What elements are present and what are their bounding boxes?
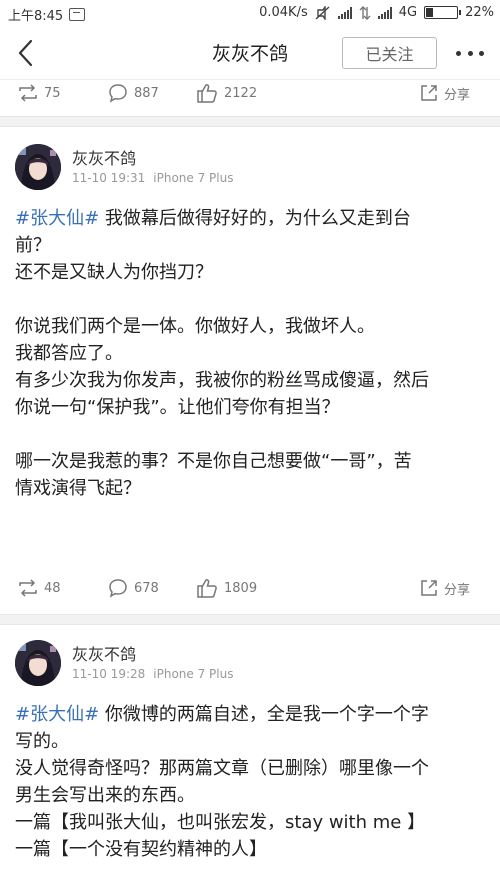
battery-icon [424, 6, 462, 19]
post-device: iPhone 7 Plus [153, 171, 234, 185]
share-button[interactable]: 分享 [420, 566, 470, 610]
signal-icon-2 [377, 6, 392, 19]
repost-icon [19, 579, 37, 597]
post-paragraph: 还不是又缺人为你挡刀？ [15, 262, 213, 283]
comment-icon [109, 84, 127, 103]
avatar-image [15, 640, 61, 686]
post-content: #张大仙# 我做幕后做得好好的，为什么又走到台 前？ 还不是又缺人为你挡刀？ 你… [15, 205, 485, 502]
network-type: 4G [398, 5, 418, 20]
share-icon [421, 580, 437, 596]
comment-icon [109, 579, 127, 598]
thumbs-up-icon [197, 579, 217, 598]
share-label: 分享 [444, 582, 471, 598]
status-bar: 上午8:45 0.04K/s 4G 22% [0, 0, 500, 26]
post-meta: 11-10 19:28 iPhone 7 Plus [72, 667, 233, 681]
share-label: 分享 [444, 87, 471, 103]
post-paragraph: #张大仙# 你微博的两篇自述，全是我一个字一个字 写的。 [15, 704, 429, 752]
post-paragraph: 一篇【我叫张大仙，也叫张宏发，stay with me 】 [15, 812, 426, 833]
post-blank-line [15, 286, 485, 313]
post-paragraph: 有多少次我为你发声，我被你的粉丝骂成傻逼，然后 你说一句“保护我”。让他们夸你有… [15, 370, 429, 418]
like-count: 2122 [224, 85, 258, 101]
post-paragraph: 你说我们两个是一体。你做好人，我做坏人。 [15, 316, 375, 337]
share-icon [421, 85, 437, 101]
feed-divider [0, 614, 500, 625]
post-username[interactable]: 灰灰不鸽 [72, 641, 136, 665]
avatar-image [15, 144, 61, 190]
followed-button[interactable]: 已关注 [342, 37, 437, 69]
battery-level: 22% [465, 5, 494, 20]
post-actions: 48 678 1809 分享 [0, 566, 500, 610]
back-arrow-icon[interactable] [12, 38, 42, 68]
net-speed: 0.04K/s [259, 5, 308, 20]
avatar[interactable] [15, 640, 61, 686]
post-paragraph: 一篇【一个没有契约精神的人】 [15, 839, 267, 860]
status-time: 上午8:45 [8, 9, 64, 24]
comment-count: 678 [134, 580, 159, 596]
hashtag-link[interactable]: #张大仙# [15, 208, 99, 229]
post-paragraph: 哪一次是我惹的事？不是你自己想要做“一哥”，苦 情戏演得飞起？ [15, 451, 412, 499]
comment-button[interactable]: 887 [108, 71, 159, 115]
post-meta: 11-10 19:31 iPhone 7 Plus [72, 171, 233, 185]
post-username[interactable]: 灰灰不鸽 [72, 145, 136, 169]
signal-icon [337, 6, 352, 19]
avatar[interactable] [15, 144, 61, 190]
mute-icon [315, 5, 330, 20]
thumbs-up-icon [197, 84, 217, 103]
prev-post-actions: 75 887 2122 分享 [0, 71, 500, 115]
post-paragraph: 我都答应了。 [15, 343, 123, 364]
post-blank-line [15, 421, 485, 448]
repost-icon [19, 84, 37, 102]
notification-icon [69, 8, 86, 21]
comment-button[interactable]: 678 [108, 566, 159, 610]
post-time: 11-10 19:31 [72, 171, 146, 185]
post-time: 11-10 19:28 [72, 667, 146, 681]
share-button[interactable]: 分享 [420, 71, 470, 115]
repost-count: 75 [44, 85, 61, 101]
repost-button[interactable]: 48 [18, 566, 61, 610]
post-device: iPhone 7 Plus [153, 667, 234, 681]
post-paragraph: #张大仙# 我做幕后做得好好的，为什么又走到台 前？ [15, 208, 411, 256]
feed-divider [0, 116, 500, 127]
comment-count: 887 [134, 85, 159, 101]
more-options-icon[interactable] [452, 42, 488, 64]
hashtag-link[interactable]: #张大仙# [15, 704, 99, 725]
repost-count: 48 [44, 580, 61, 596]
weibo-post[interactable]: 灰灰不鸽 11-10 19:28 iPhone 7 Plus #张大仙# 你微博的… [0, 625, 500, 889]
like-count: 1809 [224, 580, 258, 596]
data-transfer-icon [359, 5, 371, 20]
post-content: #张大仙# 你微博的两篇自述，全是我一个字一个字 写的。 没人觉得奇怪吗？那两篇… [15, 701, 485, 863]
post-paragraph: 没人觉得奇怪吗？那两篇文章（已删除）哪里像一个 男生会写出来的东西。 [15, 758, 429, 806]
repost-button[interactable]: 75 [18, 71, 61, 115]
like-button[interactable]: 1809 [196, 566, 257, 610]
like-button[interactable]: 2122 [196, 71, 257, 115]
weibo-post[interactable]: 灰灰不鸽 11-10 19:31 iPhone 7 Plus #张大仙# 我做幕后… [0, 127, 500, 614]
